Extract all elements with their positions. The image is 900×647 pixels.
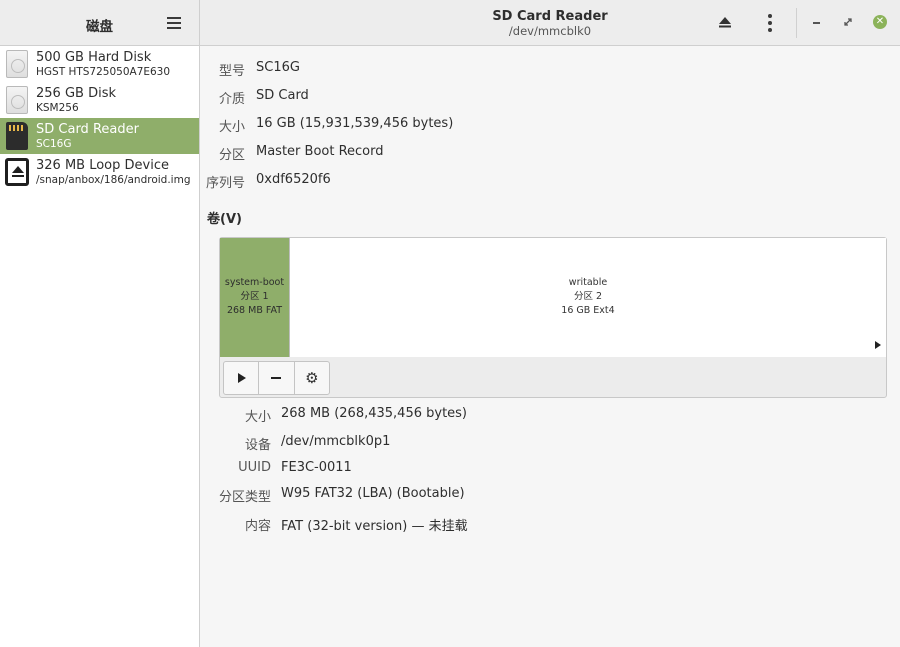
hamburger-menu-icon[interactable]	[166, 15, 182, 31]
volume-map: system-boot 分区 1 268 MB FAT writable 分区 …	[219, 237, 887, 398]
partition-device-value: /dev/mmcblk0p1	[281, 434, 391, 449]
segment-info: 268 MB FAT	[226, 305, 283, 316]
partition-size-value: 268 MB (268,435,456 bytes)	[281, 406, 468, 421]
header-bar: SD Card Reader /dev/mmcblk0 ✕	[200, 0, 900, 46]
partition-size-label: 大小	[244, 410, 271, 425]
expand-arrow-icon[interactable]	[875, 341, 881, 349]
sidebar-item-loop-device[interactable]: 326 MB Loop Device /snap/anbox/186/andro…	[0, 154, 199, 190]
delete-partition-button[interactable]	[259, 362, 295, 394]
partition-segment-system-boot[interactable]: system-boot 分区 1 268 MB FAT	[220, 238, 289, 357]
segment-name: writable	[568, 277, 608, 288]
size-value: 16 GB (15,931,539,456 bytes)	[256, 116, 454, 131]
partitioning-label: 分区	[218, 148, 245, 163]
media-label: 介质	[218, 92, 245, 107]
partition-segment-writable[interactable]: writable 分区 2 16 GB Ext4	[289, 238, 886, 357]
close-icon[interactable]: ✕	[873, 15, 887, 29]
contents-value: FAT (32-bit version) — 未挂载	[281, 519, 468, 534]
sidebar-item-256gb-disk[interactable]: 256 GB Disk KSM256	[0, 82, 199, 118]
minimize-icon[interactable]	[811, 16, 823, 28]
volumes-heading: 卷(V)	[207, 212, 242, 227]
sd-card-icon	[5, 122, 31, 150]
hard-disk-icon	[5, 86, 31, 114]
drive-path: /snap/anbox/186/android.img	[36, 174, 191, 186]
window-title: SD Card Reader	[492, 9, 608, 24]
eject-icon[interactable]	[718, 15, 732, 29]
sidebar-item-500gb-hard-disk[interactable]: 500 GB Hard Disk HGST HTS725050A7E630	[0, 46, 199, 82]
size-label: 大小	[218, 120, 245, 135]
maximize-icon[interactable]	[842, 16, 854, 28]
window-subtitle: /dev/mmcblk0	[508, 24, 592, 38]
serial-label: 序列号	[205, 176, 245, 191]
segment-part: 分区 1	[240, 291, 269, 302]
media-value: SD Card	[256, 88, 309, 103]
gear-icon[interactable]: ⚙	[295, 362, 329, 394]
segment-part: 分区 2	[573, 291, 603, 302]
model-label: 型号	[218, 64, 245, 79]
more-options-icon[interactable]	[767, 14, 773, 32]
drive-name: SD Card Reader	[36, 122, 139, 137]
hard-disk-icon	[5, 50, 31, 78]
volume-toolbar: ⚙	[223, 361, 330, 395]
uuid-value: FE3C-0011	[281, 460, 352, 475]
model-value: SC16G	[256, 60, 300, 75]
drive-model: HGST HTS725050A7E630	[36, 66, 171, 78]
header-separator	[796, 8, 797, 38]
serial-value: 0xdf6520f6	[256, 172, 331, 187]
uuid-label: UUID	[238, 460, 271, 475]
main-panel: 型号 SC16G 介质 SD Card 大小 16 GB (15,931,539…	[200, 46, 900, 647]
segment-info: 16 GB Ext4	[561, 305, 615, 316]
drive-model: SC16G	[36, 138, 72, 150]
drive-name: 500 GB Hard Disk	[36, 50, 152, 65]
partition-device-label: 设备	[244, 438, 271, 453]
drive-model: KSM256	[36, 102, 79, 114]
drive-name: 326 MB Loop Device	[36, 158, 169, 173]
mount-play-button[interactable]	[224, 362, 260, 394]
partition-type-value: W95 FAT32 (LBA) (Bootable)	[281, 486, 465, 501]
drive-name: 256 GB Disk	[36, 86, 116, 101]
loop-device-icon	[5, 158, 31, 186]
partitioning-value: Master Boot Record	[256, 144, 384, 159]
segment-name: system-boot	[224, 277, 285, 288]
partition-type-label: 分区类型	[218, 490, 271, 505]
sidebar: 500 GB Hard Disk HGST HTS725050A7E630 25…	[0, 46, 200, 647]
sidebar-item-sd-card-reader[interactable]: SD Card Reader SC16G	[0, 118, 199, 154]
contents-label: 内容	[244, 519, 271, 534]
sidebar-header: 磁盘	[0, 0, 200, 46]
